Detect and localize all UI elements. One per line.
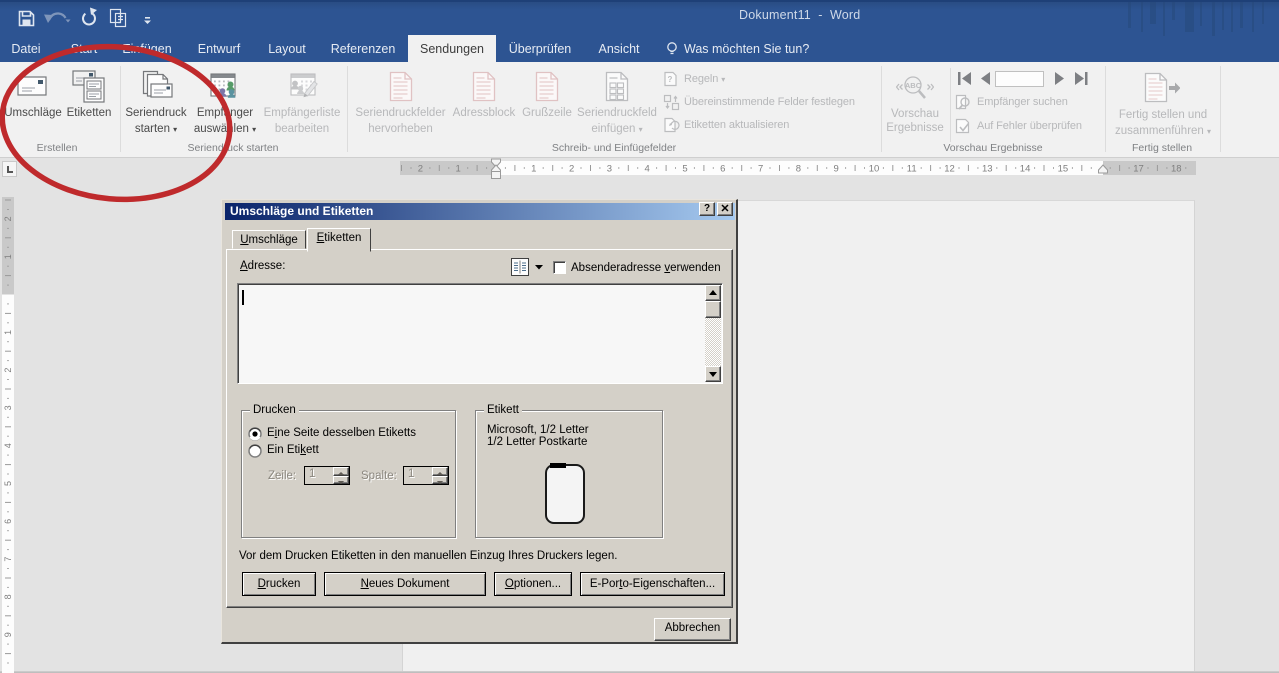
svg-text:1: 1: [3, 330, 13, 335]
svg-text:7: 7: [758, 164, 763, 175]
svg-text:9: 9: [3, 632, 13, 637]
svg-text:1: 1: [531, 164, 536, 175]
svg-text:5: 5: [3, 481, 13, 486]
svg-text:2: 2: [569, 164, 574, 175]
svg-text:4: 4: [645, 164, 650, 175]
svg-text:1: 1: [456, 164, 461, 175]
svg-text:5: 5: [682, 164, 687, 175]
svg-text:12: 12: [944, 164, 955, 175]
svg-text:1: 1: [3, 254, 13, 259]
svg-text:11: 11: [907, 164, 917, 175]
svg-text:13: 13: [982, 164, 993, 175]
svg-text:18: 18: [1171, 164, 1182, 175]
svg-text:17: 17: [1133, 164, 1144, 175]
svg-text:2: 2: [3, 368, 13, 373]
svg-text:15: 15: [1058, 164, 1069, 175]
svg-text:4: 4: [3, 443, 13, 448]
svg-text:6: 6: [720, 164, 725, 175]
svg-text:3: 3: [3, 405, 13, 410]
svg-text:ABC: ABC: [905, 81, 922, 90]
svg-text:3: 3: [607, 164, 612, 175]
svg-text:7: 7: [3, 557, 13, 562]
svg-text:8: 8: [796, 164, 801, 175]
svg-text:2: 2: [3, 216, 13, 221]
svg-text:2: 2: [418, 164, 423, 175]
svg-text:?: ?: [668, 75, 673, 84]
svg-text:9: 9: [834, 164, 839, 175]
svg-text:8: 8: [3, 594, 13, 599]
svg-text:6: 6: [3, 519, 13, 524]
svg-text:10: 10: [869, 164, 880, 175]
svg-text:14: 14: [1020, 164, 1031, 175]
